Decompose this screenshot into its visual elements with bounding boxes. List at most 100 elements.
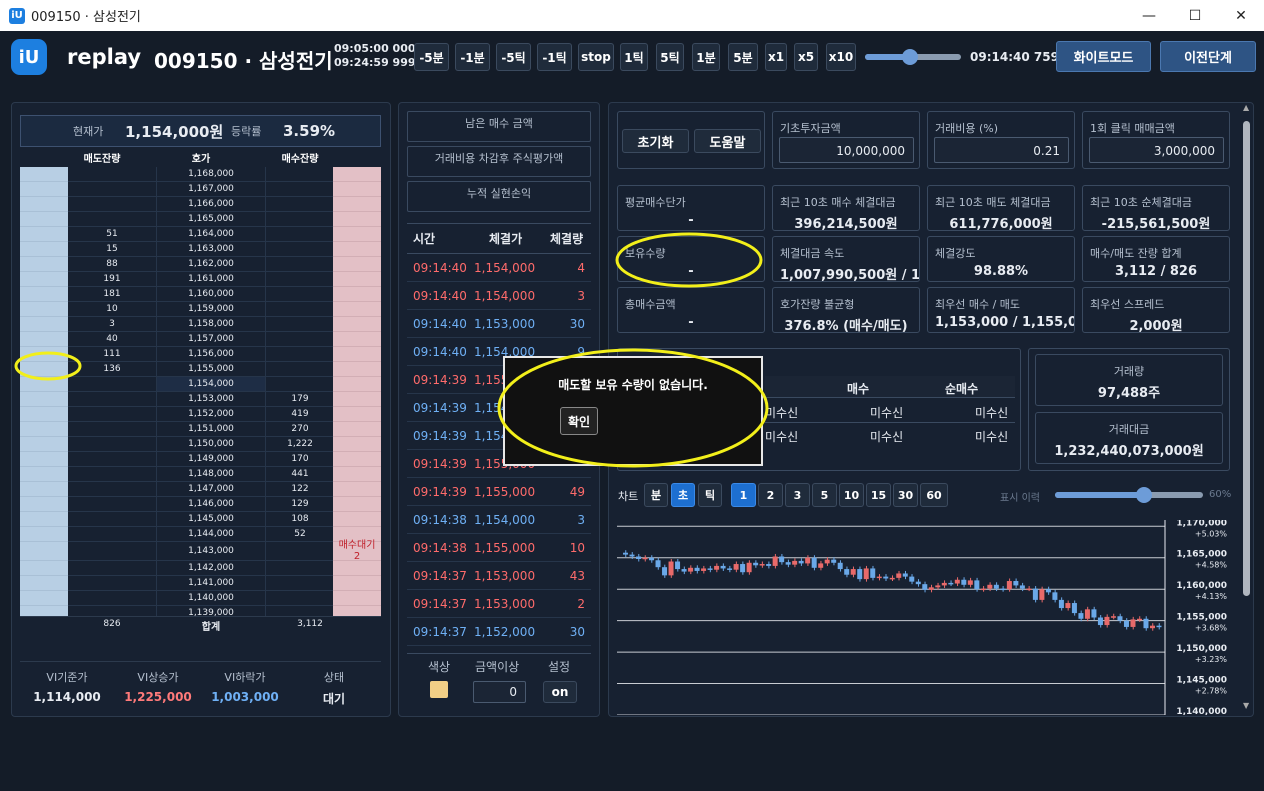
chart-mode-button[interactable]: 틱 <box>698 483 722 507</box>
orderbook-row[interactable]: 1,167,000 <box>20 182 381 197</box>
trade-row: 09:14:37 1,153,000 43 <box>407 562 591 590</box>
vertical-scrollbar[interactable]: ▲ ▼ <box>1241 103 1253 715</box>
candle <box>740 564 746 573</box>
orderbook-row[interactable]: 3 1,158,000 <box>20 317 381 332</box>
history-slider-knob[interactable] <box>1135 487 1152 503</box>
replay-control-button[interactable]: 5분 <box>728 43 758 71</box>
orderbook-row[interactable]: 1,141,000 <box>20 576 381 591</box>
replay-control-button[interactable]: x10 <box>826 43 856 71</box>
base-invest-input[interactable]: 10,000,000 <box>779 137 914 163</box>
app-small-logo-icon: iU <box>9 7 25 24</box>
price-level: 1,160,000 <box>156 287 266 302</box>
orderbook-row[interactable]: 1,166,000 <box>20 197 381 212</box>
sell-click-cell <box>20 482 68 497</box>
orderbook-row[interactable]: 1,147,000 122 <box>20 482 381 497</box>
orderbook-row[interactable]: 51 1,164,000 <box>20 227 381 242</box>
orderbook-row[interactable]: 1,149,000 170 <box>20 452 381 467</box>
total-buy: 3,112 <box>297 619 323 629</box>
previous-step-button[interactable]: 이전단계 <box>1160 41 1256 72</box>
orderbook-row[interactable]: 1,146,000 129 <box>20 497 381 512</box>
filter-on-button[interactable]: on <box>543 681 577 703</box>
replay-control-button[interactable]: -1분 <box>455 43 490 71</box>
replay-control-button[interactable]: x5 <box>794 43 818 71</box>
replay-control-button[interactable]: -1틱 <box>537 43 572 71</box>
orderbook-row[interactable]: 15 1,163,000 <box>20 242 381 257</box>
replay-slider-knob[interactable] <box>902 49 919 65</box>
replay-control-button[interactable]: -5분 <box>414 43 449 71</box>
orderbook-row[interactable]: 1,142,000 <box>20 561 381 576</box>
orderbook-row[interactable]: 10 1,159,000 <box>20 302 381 317</box>
candle <box>629 554 635 557</box>
close-button[interactable]: ✕ <box>1218 0 1264 31</box>
remain-sum-value: 3,112 / 826 <box>1114 264 1198 279</box>
chart-interval-button[interactable]: 30 <box>893 483 918 507</box>
orderbook-row[interactable]: 1,152,000 419 <box>20 407 381 422</box>
trades-head-time: 시간 <box>413 232 436 246</box>
orderbook-row[interactable]: 1,150,000 1,222 <box>20 437 381 452</box>
chart-interval-button[interactable]: 60 <box>920 483 948 507</box>
scrollbar-thumb[interactable] <box>1243 121 1250 596</box>
scroll-down-icon[interactable]: ▼ <box>1243 701 1249 710</box>
trade-time: 09:14:38 <box>413 513 467 527</box>
buy-click-cell <box>333 377 381 392</box>
filter-amount-input[interactable]: 0 <box>473 681 526 703</box>
replay-control-button[interactable]: 5틱 <box>656 43 684 71</box>
price-chart[interactable]: 1,170,000+5.03%1,165,000+4.58%1,160,000+… <box>617 520 1231 715</box>
reset-button[interactable]: 초기화 <box>622 129 689 153</box>
click-amount-input[interactable]: 3,000,000 <box>1089 137 1224 163</box>
chart-interval-button[interactable]: 5 <box>812 483 837 507</box>
chart-interval-button[interactable]: 15 <box>866 483 891 507</box>
chart-mode-button[interactable]: 초 <box>671 483 695 507</box>
replay-control-button[interactable]: -5틱 <box>496 43 531 71</box>
chart-mode-button[interactable]: 분 <box>644 483 668 507</box>
orderbook-row[interactable]: 1,165,000 <box>20 212 381 227</box>
replay-control-button[interactable]: 1틱 <box>620 43 648 71</box>
chart-interval-button[interactable]: 10 <box>839 483 864 507</box>
replay-control-button[interactable]: 1분 <box>692 43 720 71</box>
scroll-up-icon[interactable]: ▲ <box>1243 103 1249 112</box>
orderbook-row[interactable]: 40 1,157,000 <box>20 332 381 347</box>
dialog-highlight-scribble <box>497 348 769 468</box>
price-level: 1,155,000 <box>156 362 266 377</box>
speed-value: 1,007,990,500원 / 10초 <box>780 268 919 283</box>
orderbook-row[interactable]: 181 1,160,000 <box>20 287 381 302</box>
orderbook-row[interactable]: 1,144,000 52 <box>20 527 381 542</box>
price-level: 1,163,000 <box>156 242 266 257</box>
orderbook-row[interactable]: 1,145,000 108 <box>20 512 381 527</box>
buy-remaining <box>266 197 334 212</box>
orderbook-row[interactable]: 1,153,000 179 <box>20 392 381 407</box>
candle <box>1058 599 1064 609</box>
orderbook-row[interactable]: 1,168,000 <box>20 167 381 182</box>
replay-control-button[interactable]: x1 <box>765 43 787 71</box>
sell-remaining <box>68 407 156 422</box>
replay-slider[interactable] <box>865 49 961 65</box>
orderbook-row[interactable]: 1,140,000 <box>20 591 381 606</box>
chart-interval-button[interactable]: 1 <box>731 483 756 507</box>
sell-click-cell <box>20 392 68 407</box>
minimize-button[interactable]: — <box>1126 0 1172 31</box>
trade-cost-input[interactable]: 0.21 <box>934 137 1069 163</box>
chart-interval-button[interactable]: 2 <box>758 483 783 507</box>
candle <box>785 562 791 565</box>
orderbook-row[interactable]: 1,143,000 <box>20 542 381 561</box>
buy-remaining: 52 <box>266 527 334 542</box>
investor-cell: 미수신 <box>870 430 904 444</box>
filter-color-swatch[interactable] <box>430 681 448 698</box>
candle <box>772 556 778 566</box>
white-mode-button[interactable]: 화이트모드 <box>1056 41 1151 72</box>
trade-row: 09:14:40 1,154,000 4 <box>407 254 591 282</box>
replay-control-button[interactable]: stop <box>578 43 614 71</box>
chart-interval-button[interactable]: 3 <box>785 483 810 507</box>
orderbook-row[interactable]: 191 1,161,000 <box>20 272 381 287</box>
trade-time: 09:14:37 <box>413 569 467 583</box>
orderbook-row[interactable]: 88 1,162,000 <box>20 257 381 272</box>
trade-volume: 2 <box>577 597 585 611</box>
orderbook-row[interactable]: 1,151,000 270 <box>20 422 381 437</box>
chart-y-tick-pct: +2.78% <box>1195 687 1228 696</box>
orderbook-row[interactable]: 1,148,000 441 <box>20 467 381 482</box>
help-button[interactable]: 도움말 <box>694 129 761 153</box>
history-slider[interactable] <box>1055 487 1203 503</box>
candle <box>935 585 941 588</box>
trades-head-volume: 체결량 <box>550 232 584 246</box>
maximize-button[interactable]: ☐ <box>1172 0 1218 31</box>
